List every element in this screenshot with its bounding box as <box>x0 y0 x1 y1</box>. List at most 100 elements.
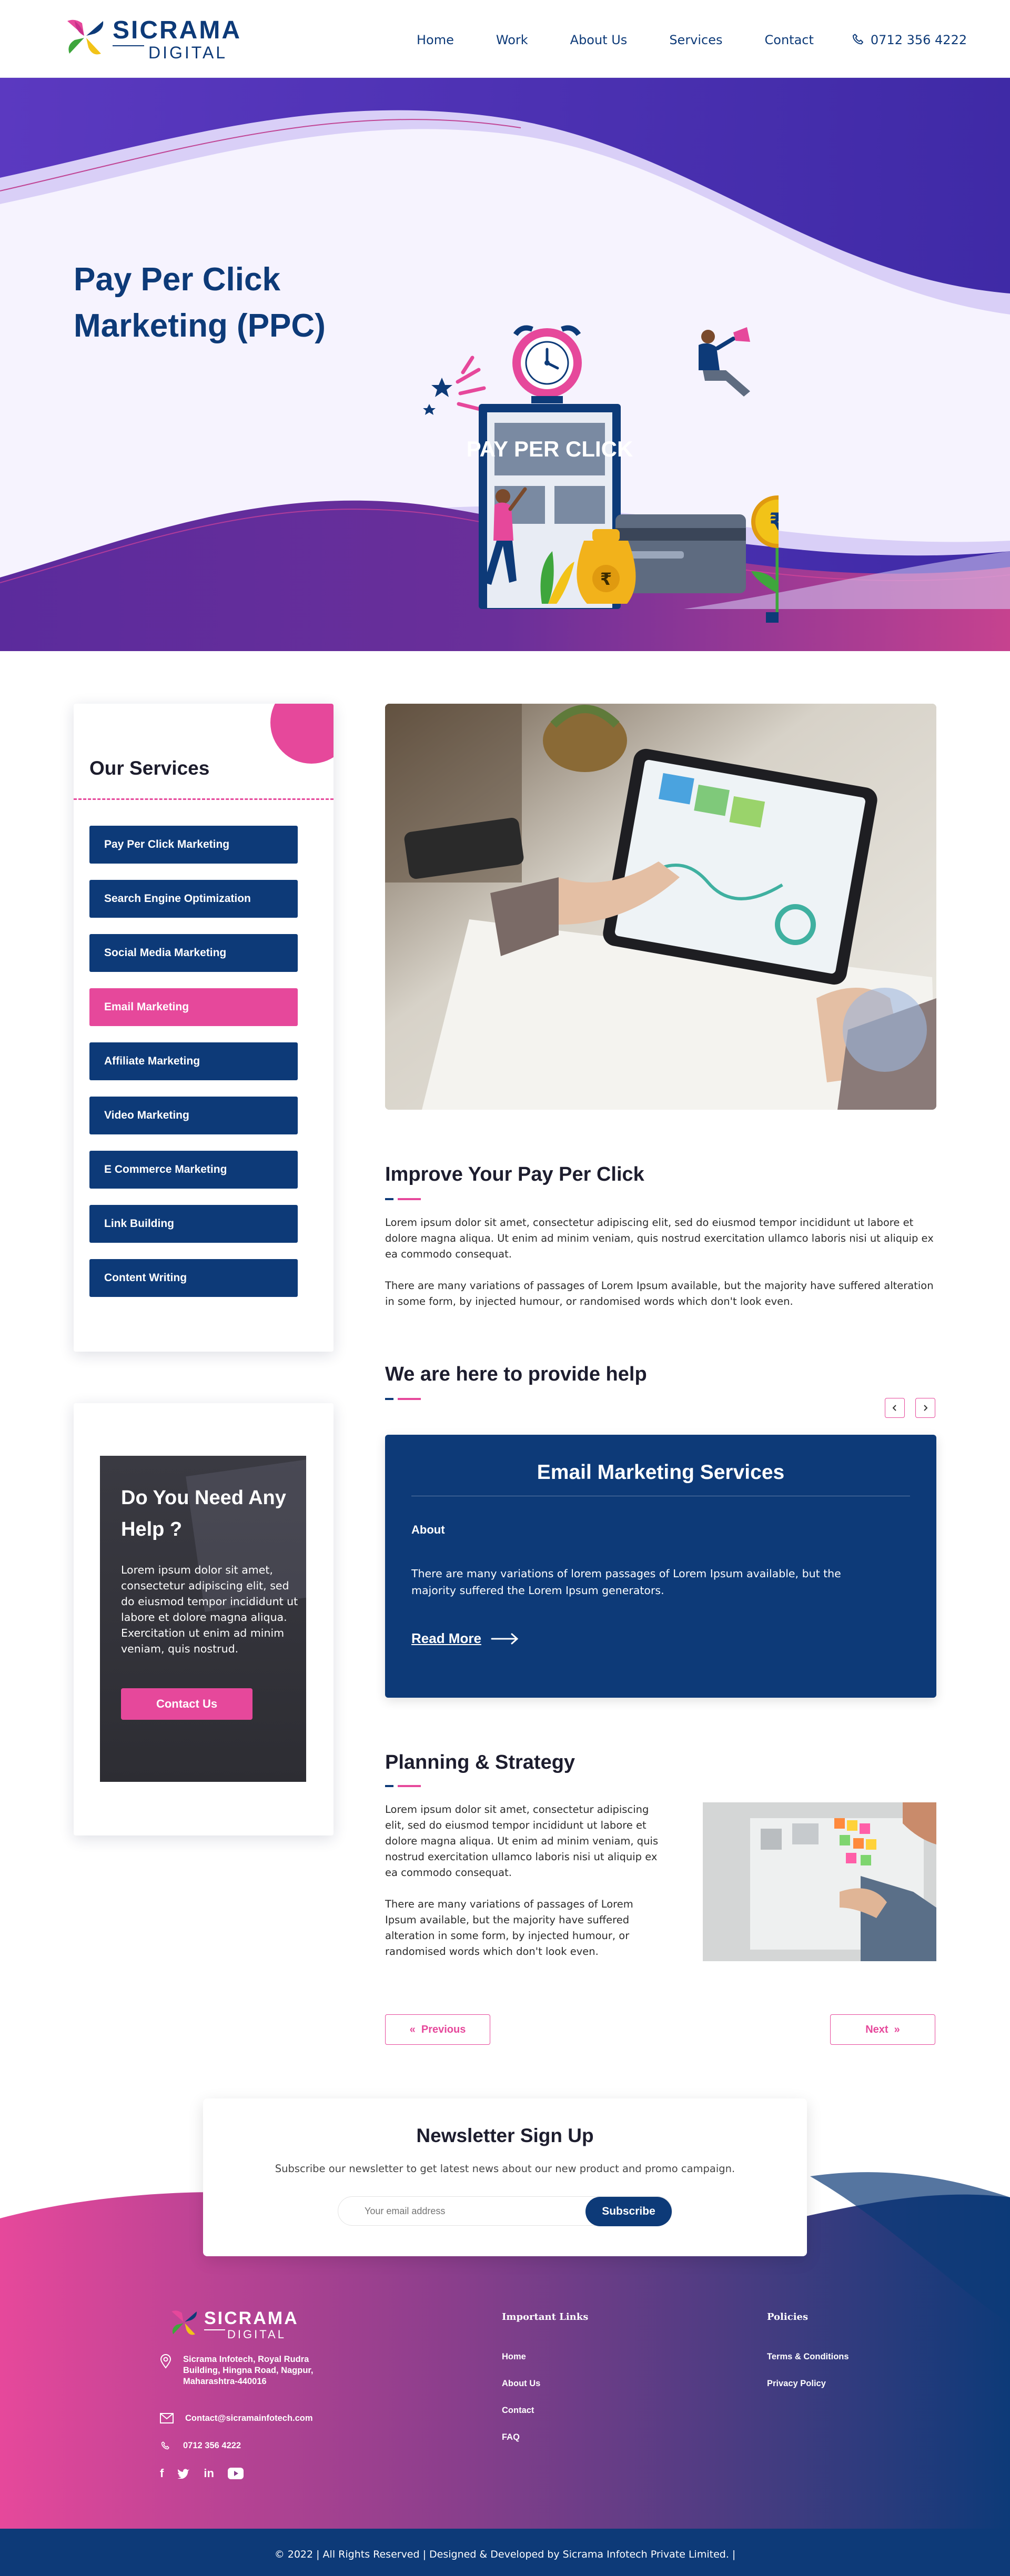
phone-icon <box>852 34 863 45</box>
nav-item-about-us[interactable]: About Us <box>570 29 628 50</box>
newsletter-signup: Newsletter Sign Up Subscribe our newslet… <box>203 2098 807 2256</box>
footer-logo[interactable]: SICRAMA DIGITAL <box>169 2308 306 2345</box>
footer-link-privacy[interactable]: Privacy Policy <box>767 2379 826 2389</box>
planning-title: Planning & Strategy <box>385 1751 575 1773</box>
social-links: f in <box>160 2467 244 2480</box>
improve-underline <box>385 1198 421 1200</box>
footer-phone[interactable]: 0712 356 4222 <box>160 2440 241 2452</box>
brand-divider <box>113 45 144 46</box>
analytics-tablet-photo <box>385 704 936 1110</box>
footer-link-home[interactable]: Home <box>502 2352 526 2362</box>
photo-illustration <box>385 704 936 1110</box>
hero-banner: Pay Per Click Marketing (PPC) PAY PER CL… <box>0 78 1010 651</box>
brand-logo[interactable]: SICRAMA DIGITAL <box>64 16 259 63</box>
email-card-text: There are many variations of lorem passa… <box>411 1567 841 1597</box>
service-pay-per-click[interactable]: Pay Per Click Marketing <box>89 826 298 864</box>
help-text: Lorem ipsum dolor sit amet, consectetur … <box>121 1564 298 1655</box>
email-marketing-card: Email Marketing Services About There are… <box>385 1435 936 1698</box>
previous-label: Previous <box>421 2023 466 2035</box>
page: { "brand": {"name": "SICRAMA", "sub": "D… <box>0 0 1010 2576</box>
email-card-about-label: About <box>411 1523 445 1536</box>
footer-link-contact[interactable]: Contact <box>502 2406 534 2416</box>
contact-us-button[interactable]: Contact Us <box>121 1688 252 1720</box>
improve-title: Improve Your Pay Per Click <box>385 1163 644 1185</box>
footer-address: Sicrama Infotech, Royal Rudra Building, … <box>160 2354 318 2387</box>
double-chevron-left-icon: « <box>409 2023 421 2035</box>
footer-phone-text: 0712 356 4222 <box>183 2441 241 2450</box>
newsletter-email-input[interactable] <box>344 2200 575 2222</box>
chevron-left-icon <box>892 1404 896 1411</box>
policies-heading: Policies <box>767 2311 809 2323</box>
nav-item-contact[interactable]: Contact <box>765 29 814 50</box>
money-bag-currency: ₹ <box>600 569 612 589</box>
arrow-right-icon <box>491 1633 519 1644</box>
linkedin-icon[interactable]: in <box>204 2467 214 2480</box>
services-divider <box>74 798 334 800</box>
footer-email-text: Contact@sicramainfotech.com <box>185 2413 313 2423</box>
help-card: Do You Need Any Help ? Lorem ipsum dolor… <box>74 1403 334 1835</box>
improve-paragraph-1: Lorem ipsum dolor sit amet, consectetur … <box>385 1216 934 1260</box>
brand-name: SICRAMA <box>113 16 241 44</box>
service-social-media[interactable]: Social Media Marketing <box>89 934 298 972</box>
hero-title: Pay Per Click Marketing (PPC) <box>74 261 326 344</box>
help-section-title: We are here to provide help <box>385 1363 647 1385</box>
mail-icon <box>160 2413 174 2423</box>
footer-address-text: Sicrama Infotech, Royal Rudra Building, … <box>183 2355 314 2386</box>
youtube-icon[interactable] <box>227 2468 244 2479</box>
header-phone[interactable]: 0712 356 4222 <box>851 32 967 48</box>
brand-subtitle: DIGITAL <box>148 43 228 62</box>
service-ecommerce[interactable]: E Commerce Marketing <box>89 1151 298 1189</box>
ppc-board-text: PAY PER CLICK <box>467 437 633 461</box>
site-header: SICRAMA DIGITAL Home Work About Us Servi… <box>0 0 1010 78</box>
nav-item-home[interactable]: Home <box>417 29 454 50</box>
newsletter-subtitle: Subscribe our newsletter to get latest n… <box>275 2163 735 2175</box>
location-pin-icon <box>160 2354 171 2369</box>
chevron-right-icon <box>924 1404 928 1411</box>
facebook-icon[interactable]: f <box>160 2467 164 2480</box>
double-chevron-right-icon: » <box>888 2023 900 2035</box>
help-title: Do You Need Any Help ? <box>121 1487 286 1540</box>
service-link-building[interactable]: Link Building <box>89 1205 298 1243</box>
planning-underline <box>385 1785 421 1787</box>
footer-brand-name: SICRAMA <box>204 2308 299 2328</box>
help-section-underline <box>385 1398 421 1400</box>
footer-brand-subtitle: DIGITAL <box>227 2328 286 2341</box>
newsletter-form: Subscribe <box>338 2196 672 2226</box>
services-list: Pay Per Click Marketing Search Engine Op… <box>89 826 298 1313</box>
service-content-writing[interactable]: Content Writing <box>89 1259 298 1297</box>
subscribe-button[interactable]: Subscribe <box>585 2197 672 2226</box>
footer-phone-icon <box>161 2441 169 2450</box>
read-more-label: Read More <box>411 1630 481 1646</box>
footer-email[interactable]: Contact@sicramainfotech.com <box>160 2413 313 2424</box>
planning-photo-illustration <box>703 1802 936 1961</box>
twitter-icon[interactable] <box>177 2468 190 2479</box>
copyright-text: © 2022 | All Rights Reserved | Designed … <box>274 2549 736 2560</box>
carousel-prev-button[interactable] <box>885 1398 905 1418</box>
service-email-marketing[interactable]: Email Marketing <box>89 988 298 1026</box>
header-phone-number: 0712 356 4222 <box>870 33 967 47</box>
logo-mark-icon <box>67 19 104 55</box>
coin-currency: ₹ <box>769 508 779 536</box>
previous-page-button[interactable]: « Previous <box>385 2014 490 2045</box>
service-affiliate[interactable]: Affiliate Marketing <box>89 1042 298 1080</box>
services-title: Our Services <box>89 757 210 779</box>
service-video[interactable]: Video Marketing <box>89 1097 298 1134</box>
footer-link-faq[interactable]: FAQ <box>502 2432 520 2442</box>
carousel-next-button[interactable] <box>915 1398 935 1418</box>
nav-item-services[interactable]: Services <box>669 29 722 50</box>
nav-item-work[interactable]: Work <box>496 29 528 50</box>
footer-brand-divider <box>204 2329 225 2330</box>
footer-link-about-us[interactable]: About Us <box>502 2379 540 2389</box>
newsletter-title: Newsletter Sign Up <box>416 2125 594 2146</box>
read-more-link[interactable]: Read More <box>411 1630 519 1647</box>
services-sidebar: Our Services Pay Per Click Marketing Sea… <box>74 704 334 1352</box>
footer-link-terms[interactable]: Terms & Conditions <box>767 2352 849 2362</box>
service-seo[interactable]: Search Engine Optimization <box>89 880 298 918</box>
planning-paragraph-2: There are many variations of passages of… <box>385 1898 633 1958</box>
ppc-illustration: PAY PER CLICK ₹ ₹ <box>423 325 779 623</box>
decorative-circle <box>270 704 334 764</box>
planning-photo <box>703 1802 936 1961</box>
next-page-button[interactable]: Next » <box>830 2014 935 2045</box>
main-nav: Home Work About Us Services Contact 0712… <box>417 29 967 50</box>
planning-paragraph-1: Lorem ipsum dolor sit amet, consectetur … <box>385 1803 659 1879</box>
